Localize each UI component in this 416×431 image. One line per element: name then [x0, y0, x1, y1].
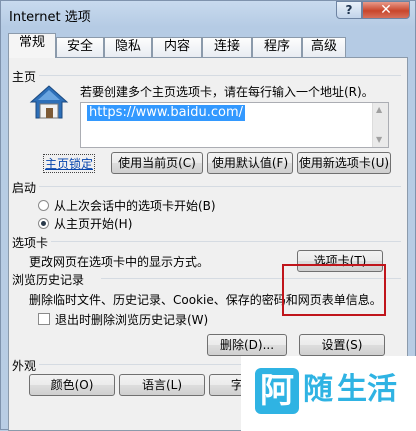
use-new-tab-button[interactable]: 使用新选项卡(U): [297, 152, 391, 174]
window-title: Internet 选项: [9, 10, 91, 25]
house-icon: [29, 85, 69, 119]
delete-on-exit-checkbox[interactable]: [38, 313, 50, 325]
home-lock-link[interactable]: 主页锁定: [43, 154, 96, 173]
tab-general[interactable]: 常规: [8, 33, 56, 58]
tab-programs[interactable]: 程序: [252, 37, 302, 57]
watermark-logo: 阿 随 生活: [241, 356, 416, 431]
internet-options-window: Internet 选项 ? ✕ 常规 安全 隐私 内容 连接 程序 高级 主页 …: [0, 0, 416, 431]
tab-connections[interactable]: 连接: [202, 37, 252, 57]
history-settings-button[interactable]: 设置(S): [299, 334, 385, 356]
settings-highlight-box: [282, 264, 386, 316]
divider: [39, 186, 401, 187]
home-url-textarea[interactable]: https://www.baidu.com/ ▲ ▼: [80, 102, 389, 148]
radio-home-label: 从主页开始(H): [54, 217, 133, 231]
use-current-button[interactable]: 使用当前页(C): [111, 152, 203, 174]
tabs-description: 更改网页在选项卡中的显示方式。: [29, 255, 210, 269]
textarea-scrollbar[interactable]: ▲ ▼: [372, 103, 388, 147]
close-button[interactable]: ✕: [362, 1, 410, 19]
delete-on-exit-label: 退出时删除浏览历史记录(W): [55, 313, 209, 327]
tab-advanced[interactable]: 高级: [302, 37, 346, 57]
startup-section-label: 启动: [12, 181, 37, 195]
help-button[interactable]: ?: [336, 1, 362, 19]
tab-security[interactable]: 安全: [56, 37, 104, 57]
history-section-label: 浏览历史记录: [12, 273, 85, 287]
watermark-text-1: 随: [303, 372, 333, 407]
home-description: 若要创建多个主页选项卡，请在每行输入一个地址(R)。: [80, 85, 374, 99]
scroll-down-icon: ▼: [376, 135, 383, 144]
use-default-button[interactable]: 使用默认值(F): [207, 152, 293, 174]
radio-last-session-label: 从上次会话中的选项卡开始(B): [54, 199, 216, 213]
home-url-value: https://www.baidu.com/: [87, 105, 246, 121]
tab-content[interactable]: 内容: [152, 37, 202, 57]
delete-history-button[interactable]: 删除(D)...: [207, 334, 287, 356]
tab-strip: 常规 安全 隐私 内容 连接 程序 高级: [8, 33, 408, 58]
scroll-up-icon: ▲: [376, 105, 383, 114]
divider: [39, 75, 401, 76]
watermark-text-2: 生活: [337, 372, 397, 407]
tabs-section-label: 选项卡: [12, 236, 49, 250]
watermark-logo-icon: 阿: [255, 368, 299, 414]
home-section-label: 主页: [12, 70, 37, 84]
appearance-section-label: 外观: [12, 359, 37, 373]
colors-button[interactable]: 颜色(O): [29, 374, 115, 396]
divider: [51, 241, 401, 242]
radio-home[interactable]: [38, 218, 49, 229]
radio-last-session[interactable]: [38, 200, 49, 211]
tab-privacy[interactable]: 隐私: [104, 37, 152, 57]
languages-button[interactable]: 语言(L): [119, 374, 205, 396]
